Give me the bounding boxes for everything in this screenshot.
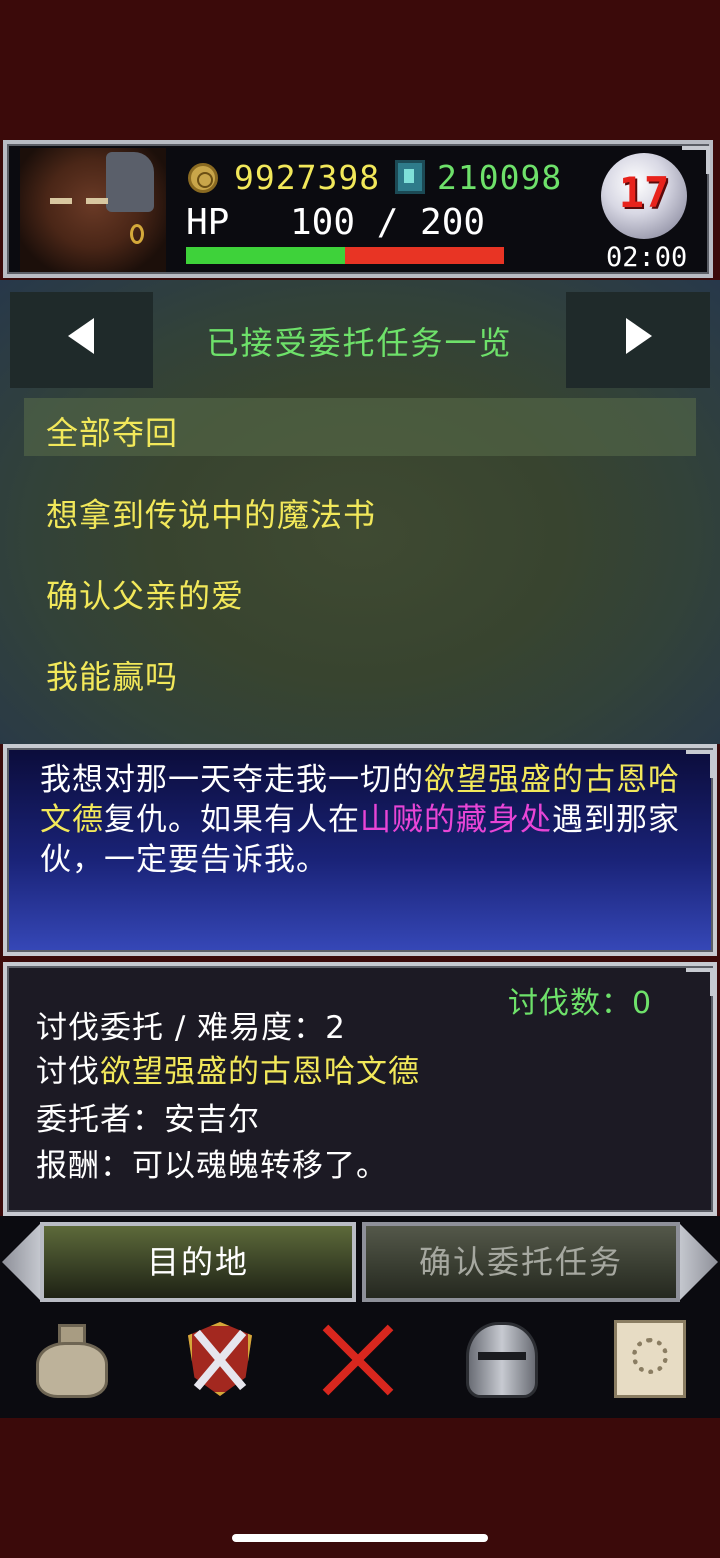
quest-description: 我想对那一天夺走我一切的欲望强盛的古恩哈文德复仇。如果有人在山贼的藏身处遇到那家…: [40, 760, 680, 880]
hp-value: 100 / 200: [290, 202, 486, 243]
arrow-right-icon: [626, 318, 652, 354]
scroll-icon[interactable]: [610, 1316, 694, 1402]
quest-reward: 报酬：可以魂魄转移了。: [36, 1148, 388, 1184]
target-prefix: 讨伐: [36, 1054, 100, 1090]
quest-label: 确认父亲的爱: [46, 577, 245, 615]
target-name: 欲望强盛的古恩哈文德: [100, 1054, 420, 1090]
desc-highlight-location: 山贼的藏身处: [360, 802, 552, 838]
frame-corner: [686, 750, 714, 778]
left-eye: [50, 198, 72, 204]
hp-bar-fill: [186, 247, 345, 264]
quest-item[interactable]: 全部夺回: [24, 398, 696, 456]
desc-text: 我想对那一天夺走我一切的: [40, 762, 424, 798]
soul-amount: 210098: [437, 158, 563, 197]
quest-client: 委托者：安吉尔: [36, 1102, 260, 1138]
gold-amount: 9927398: [234, 158, 381, 197]
confirm-quest-button[interactable]: 确认委托任务: [362, 1222, 680, 1302]
scroll-seal: [632, 1338, 668, 1374]
quest-label: 全部夺回: [46, 414, 179, 452]
quest-target: 讨伐欲望强盛的古恩哈文德: [36, 1046, 420, 1091]
quest-label: 我能赢吗: [46, 658, 179, 696]
desc-text: 复仇。如果有人在: [104, 802, 360, 838]
day-number: 17: [618, 168, 670, 217]
clock-time: 02:00: [606, 242, 688, 273]
kill-count: 讨伐数：0: [508, 986, 653, 1021]
bag-body: [36, 1342, 108, 1398]
frame-corner: [686, 968, 714, 996]
quest-label: 想拿到传说中的魔法书: [46, 496, 377, 534]
frame-corner: [682, 146, 710, 174]
quest-type: 讨伐委托 / 难易度：2: [36, 1010, 346, 1046]
home-indicator[interactable]: [232, 1534, 488, 1542]
page-title: 已接受委托任务一览: [206, 324, 513, 362]
coin-icon: [188, 163, 218, 193]
character-portrait: [20, 148, 166, 272]
hp-bar: [186, 247, 504, 264]
arrow-left-icon: [68, 318, 94, 354]
close-icon[interactable]: [316, 1316, 400, 1402]
helmet-icon[interactable]: [460, 1316, 544, 1402]
soul-gem-icon: [395, 160, 425, 194]
destination-button[interactable]: 目的地: [40, 1222, 356, 1302]
helmet-dome: [466, 1322, 538, 1398]
bag-icon[interactable]: [30, 1316, 114, 1402]
right-eye: [86, 198, 108, 204]
helmet-visor: [478, 1352, 526, 1360]
hp-label: HP: [186, 202, 230, 243]
quest-item[interactable]: 我能赢吗: [24, 642, 696, 700]
hair: [106, 152, 154, 212]
emblem-icon[interactable]: [178, 1316, 262, 1402]
quest-item[interactable]: 想拿到传说中的魔法书: [24, 480, 696, 538]
earring: [130, 224, 144, 244]
quest-item[interactable]: 确认父亲的爱: [24, 561, 696, 619]
